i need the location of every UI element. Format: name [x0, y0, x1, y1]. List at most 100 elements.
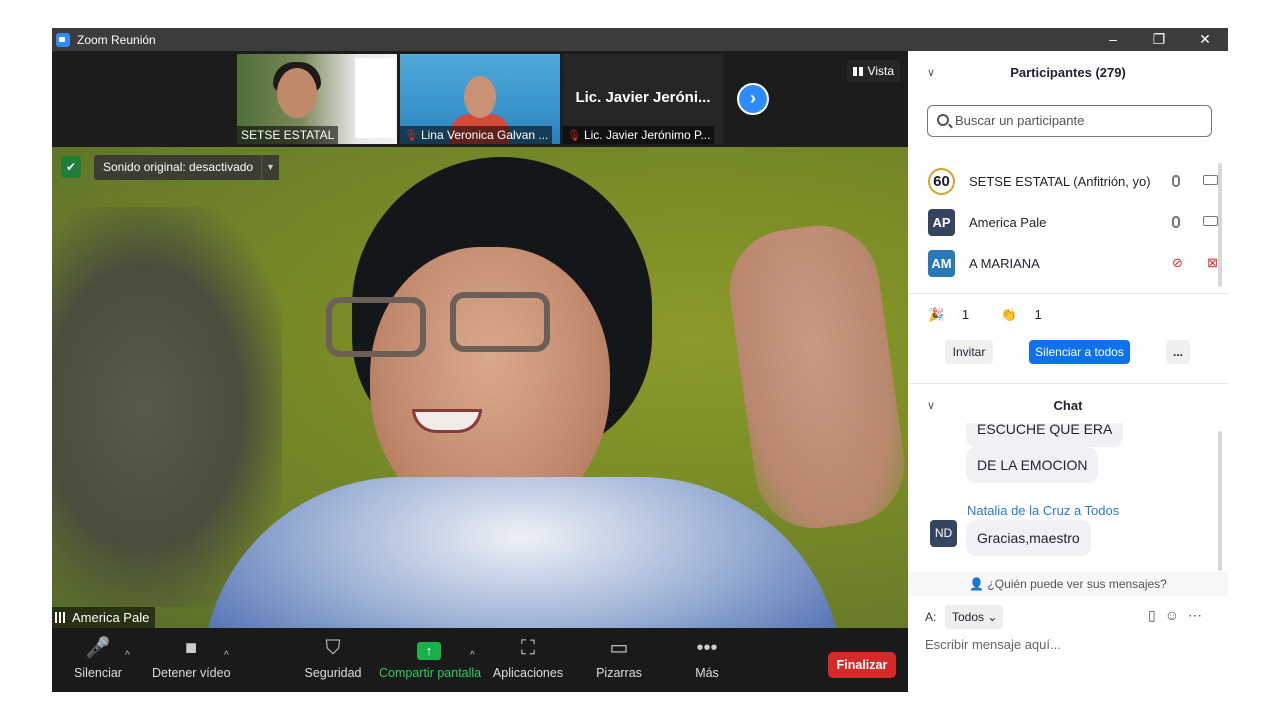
thumbnail-screen: [355, 58, 395, 138]
participants-title: Participantes (279): [1010, 65, 1126, 80]
file-icon[interactable]: ▯: [1148, 607, 1165, 623]
apps-button[interactable]: ⛶ Aplicaciones: [492, 628, 564, 692]
emoji-icon[interactable]: ☺: [1165, 607, 1188, 623]
video-camera-icon: ■: [184, 637, 198, 659]
participants-header: ∨ Participantes (279): [908, 51, 1228, 95]
zoom-window: Zoom Reunión – ❐ ✕ SETSE ESTATAL 🎙 Lina V…: [52, 28, 1228, 692]
next-page-button[interactable]: ›: [737, 83, 769, 115]
end-meeting-button[interactable]: Finalizar: [828, 652, 896, 678]
speaker-glasses: [326, 297, 426, 357]
video-camera-icon[interactable]: [1203, 216, 1218, 226]
thumbnail-name: SETSE ESTATAL: [237, 126, 339, 144]
grid-icon: [852, 67, 863, 76]
chat-title: Chat: [1053, 398, 1083, 413]
whiteboard-icon: ▭: [609, 637, 629, 659]
recipient-select[interactable]: Todos ⌄: [945, 605, 1003, 629]
participant-name: America Pale: [969, 214, 1047, 230]
thumbnail-strip: SETSE ESTATAL 🎙 Lina Veronica Galvan ... …: [52, 51, 908, 147]
background-blur: [52, 207, 282, 607]
person-icon: 👤: [969, 577, 985, 591]
chat-message: ESCUCHE QUE ERA: [966, 423, 1124, 447]
chat-message: DE LA EMOCION: [966, 447, 1099, 483]
microphone-icon[interactable]: [1172, 175, 1180, 187]
search-icon: [937, 114, 949, 126]
chevron-up-icon[interactable]: ^: [125, 650, 130, 661]
speaker-hand: [721, 218, 908, 536]
chat-message-input[interactable]: Escribir mensaje aquí...: [925, 637, 1061, 652]
chat-tools: ▯☺⋯: [1148, 607, 1211, 624]
participant-name: A MARIANA: [969, 255, 1040, 271]
participant-row[interactable]: AP America Pale: [928, 204, 1218, 240]
shield-icon: ⛉: [325, 637, 341, 659]
speaker-shirt: [202, 477, 842, 628]
view-button[interactable]: Vista: [846, 60, 900, 82]
participants-scrollbar[interactable]: [1218, 163, 1222, 287]
participant-thumbnail[interactable]: 🎙 Lina Veronica Galvan ...: [400, 54, 560, 144]
stop-video-button[interactable]: ■ Detener vídeo: [152, 628, 231, 692]
side-panel: ∨ Participantes (279) Buscar un particip…: [908, 51, 1228, 692]
participant-row[interactable]: AM A MARIANA ⊘ ⊠: [928, 245, 1218, 281]
divider: [908, 383, 1228, 384]
chevron-down-icon: ⌄: [987, 610, 998, 624]
participant-row[interactable]: 60 SETSE ESTATAL (Anfitrión, yo): [928, 163, 1218, 199]
thumbnail-face: [464, 76, 496, 118]
reactions-summary: 🎉 1 👏 1: [928, 307, 1042, 322]
more-dots-icon[interactable]: ⋯: [1188, 607, 1211, 623]
thumbnail-face: [277, 68, 317, 118]
mic-muted-icon: 🎙: [567, 130, 581, 142]
avatar: ND: [930, 520, 957, 547]
participant-thumbnail[interactable]: Lic. Javier Jeróni... 🎙 Lic. Javier Jerón…: [563, 54, 723, 144]
shield-check-icon[interactable]: ✔: [61, 156, 81, 178]
mic-muted-icon[interactable]: ⊘: [1172, 255, 1183, 271]
more-dots-icon: •••: [696, 637, 718, 659]
mute-all-button[interactable]: Silenciar a todos: [1029, 340, 1130, 364]
participant-name: SETSE ESTATAL (Anfitrión, yo): [969, 173, 1151, 189]
invite-button[interactable]: Invitar: [945, 340, 993, 364]
chat-messages: ESCUCHE QUE ERA DE LA EMOCION Natalia de…: [908, 423, 1228, 571]
title-bar: Zoom Reunión – ❐ ✕: [52, 28, 1228, 51]
minimize-button[interactable]: –: [1090, 28, 1136, 51]
more-button[interactable]: ••• Más: [689, 628, 725, 692]
thumbnail-name: 🎙 Lina Veronica Galvan ...: [400, 126, 553, 144]
microphone-icon[interactable]: [1172, 216, 1180, 228]
share-screen-button[interactable]: ↑ Compartir pantalla: [379, 628, 481, 692]
restore-button[interactable]: ❐: [1136, 28, 1182, 51]
avatar: AP: [928, 208, 955, 236]
divider: [908, 293, 1228, 294]
video-area: SETSE ESTATAL 🎙 Lina Veronica Galvan ... …: [52, 51, 908, 692]
speaker-name-label: America Pale: [52, 607, 156, 628]
thumbnail-name: 🎙 Lic. Javier Jerónimo P...: [563, 126, 715, 144]
apps-icon: ⛶: [521, 637, 535, 659]
clapping-hands-icon: 👏: [1000, 307, 1017, 322]
meeting-toolbar: 🎤 Silenciar ^ ■ Detener vídeo ^ ⛉ Seguri…: [52, 628, 908, 692]
zoom-logo-icon: [56, 32, 70, 47]
chat-scrollbar[interactable]: [1218, 431, 1222, 571]
window-controls: – ❐ ✕: [1090, 28, 1228, 51]
participant-thumbnail[interactable]: SETSE ESTATAL: [237, 54, 397, 144]
chevron-down-icon[interactable]: ▼: [261, 155, 279, 180]
participant-search-input[interactable]: Buscar un participante: [927, 105, 1212, 137]
signal-bars-icon: [55, 612, 67, 623]
chat-message: Gracias,maestro: [966, 520, 1091, 556]
window-title: Zoom Reunión: [77, 32, 156, 47]
security-button[interactable]: ⛉ Seguridad: [304, 628, 362, 692]
chevron-up-icon[interactable]: ^: [470, 650, 475, 661]
mute-button[interactable]: 🎤 Silenciar: [72, 628, 124, 692]
party-popper-icon: 🎉: [928, 307, 945, 322]
share-screen-icon: ↑: [379, 628, 479, 664]
video-camera-icon[interactable]: [1203, 175, 1218, 185]
close-button[interactable]: ✕: [1182, 28, 1228, 51]
whiteboards-button[interactable]: ▭ Pizarras: [594, 628, 644, 692]
avatar: AM: [928, 249, 955, 277]
avatar: 60: [928, 167, 955, 195]
to-label: A:: [925, 610, 937, 624]
mic-muted-icon: 🎙: [404, 130, 418, 142]
participants-more-button[interactable]: ...: [1166, 340, 1190, 364]
video-off-icon[interactable]: ⊠: [1207, 255, 1218, 271]
who-can-see-link[interactable]: 👤 ¿Quién puede ver sus mensajes?: [908, 572, 1228, 596]
original-sound-button[interactable]: Sonido original: desactivado: [94, 155, 263, 180]
microphone-icon: 🎤: [85, 637, 111, 659]
chevron-up-icon[interactable]: ^: [224, 650, 229, 661]
chevron-right-icon: ›: [750, 88, 756, 108]
active-speaker-video: ✔ Sonido original: desactivado ▼ America…: [52, 147, 908, 628]
